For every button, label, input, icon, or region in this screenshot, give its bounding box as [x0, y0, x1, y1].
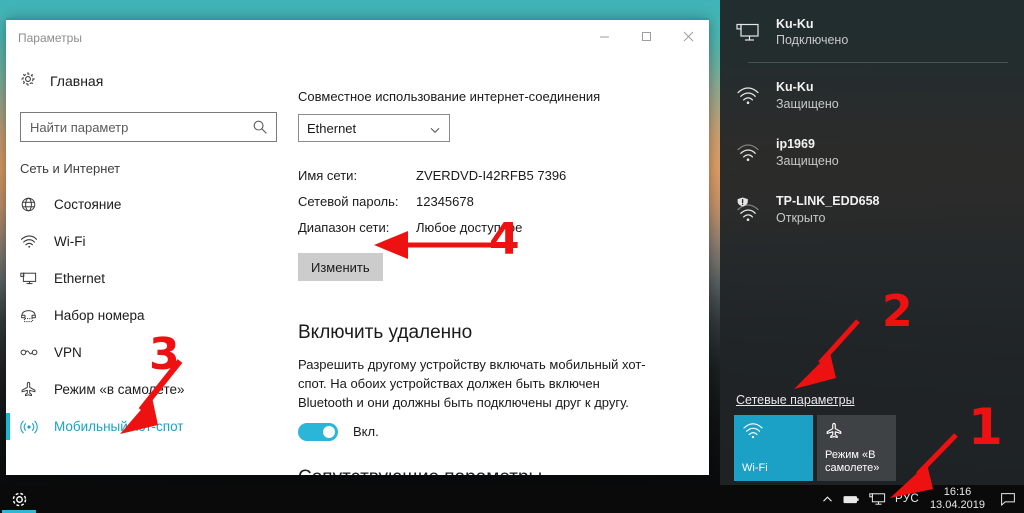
search-input[interactable]	[21, 119, 276, 135]
clock-date: 13.04.2019	[929, 499, 985, 511]
sidebar-item-ethernet[interactable]: Ethernet	[6, 260, 291, 297]
list-item[interactable]: ip1969 Защищено	[720, 124, 1024, 181]
search-box[interactable]	[20, 112, 277, 142]
hotspot-icon	[20, 419, 54, 435]
airplane-mode-quick-tile[interactable]: Режим «В самолете»	[817, 415, 896, 481]
wifi-icon	[742, 422, 764, 445]
sidebar-item-label: Wi-Fi	[54, 234, 86, 249]
network-name-value: ZVERDVD-I42RFB5 7396	[416, 168, 567, 183]
sidebar-item-label: Мобильный хот-спот	[54, 419, 184, 434]
wifi-icon	[736, 86, 776, 106]
list-item[interactable]: TP-LINK_EDD658 Открыто	[720, 181, 1024, 238]
internet-sharing-label: Совместное использование интернет-соедин…	[298, 89, 601, 104]
table-row: Имя сети: ZVERDVD-I42RFB5 7396	[298, 168, 709, 183]
close-icon[interactable]	[667, 20, 709, 52]
internet-sharing-value: Ethernet	[307, 120, 357, 136]
sidebar-item-status[interactable]: Состояние	[6, 186, 291, 223]
wifi-warning-icon	[736, 196, 776, 223]
network-settings-link[interactable]: Сетевые параметры	[736, 393, 855, 407]
network-status: Открыто	[776, 210, 826, 225]
network-password-label: Сетевой пароль:	[298, 194, 399, 209]
wifi-quick-tile[interactable]: Wi-Fi	[734, 415, 813, 481]
connected-network-status: Подключено	[776, 33, 849, 47]
sidebar-nav: Состояние Wi-Fi Ethernet Набор номера VP…	[6, 186, 291, 445]
list-item[interactable]: Ku-Ku Защищено	[720, 67, 1024, 124]
network-name: TP-LINK_EDD658	[776, 194, 880, 209]
remote-activation-heading: Включить удаленно	[298, 322, 473, 343]
related-settings-heading: Сопутствующие параметры	[298, 467, 709, 475]
remote-activation-description: Разрешить другому устройству включать мо…	[298, 357, 646, 410]
divider	[748, 62, 1008, 63]
network-password-value: 12345678	[416, 194, 474, 209]
sidebar-item-label: Состояние	[54, 197, 122, 212]
wifi-icon	[736, 143, 776, 163]
sidebar-item-vpn[interactable]: VPN	[6, 334, 291, 371]
sidebar-item-label: Режим «в самолете»	[54, 382, 185, 397]
search-icon[interactable]	[252, 119, 268, 135]
network-name: Ku-Ku	[776, 80, 814, 95]
sidebar-item-label: Набор номера	[54, 308, 145, 323]
sidebar-item-wifi[interactable]: Wi-Fi	[6, 223, 291, 260]
dialup-icon	[20, 308, 54, 323]
network-band-value: Любое доступное	[416, 220, 523, 235]
remote-activation-toggle-row: Вкл.	[298, 422, 709, 441]
window-controls	[583, 20, 709, 52]
table-row: Сетевой пароль: 12345678	[298, 194, 709, 209]
window-title-bar[interactable]: Параметры	[6, 20, 709, 56]
sidebar-item-dialup[interactable]: Набор номера	[6, 297, 291, 334]
notification-icon[interactable]	[1000, 492, 1016, 507]
ethernet-icon	[736, 22, 776, 43]
system-tray: РУС 16:16 13.04.2019	[821, 486, 1024, 511]
clock[interactable]: 16:16 13.04.2019	[928, 486, 991, 511]
sidebar-item-mobile-hotspot[interactable]: Мобильный хот-спот	[6, 408, 291, 445]
network-flyout: Ku-Ku Подключено Ku-Ku Защищено ip1969 З…	[720, 0, 1024, 485]
network-status: Защищено	[776, 153, 839, 168]
window-title: Параметры	[18, 31, 82, 45]
sidebar-item-home[interactable]: Главная	[6, 64, 291, 98]
network-band-label: Диапазон сети:	[298, 220, 390, 235]
window-body: Главная Сеть и Интернет	[6, 56, 709, 475]
network-status: Защищено	[776, 96, 839, 111]
remote-activation-toggle[interactable]	[298, 422, 338, 441]
maximize-icon[interactable]	[625, 20, 667, 52]
main-pane: Совместное использование интернет-соедин…	[291, 56, 709, 475]
clock-time: 16:16	[943, 486, 972, 499]
quick-action-tiles: Wi-Fi Режим «В самолете»	[734, 415, 896, 481]
globe-icon	[20, 196, 54, 213]
sidebar: Главная Сеть и Интернет	[6, 56, 291, 475]
sidebar-item-label: VPN	[54, 345, 82, 360]
internet-sharing-select[interactable]: Ethernet	[298, 114, 450, 142]
battery-icon[interactable]	[843, 493, 860, 506]
network-name-label: Имя сети:	[298, 168, 358, 183]
hotspot-info-table: Имя сети: ZVERDVD-I42RFB5 7396 Сетевой п…	[298, 168, 709, 235]
network-name: ip1969	[776, 137, 815, 152]
network-icon[interactable]	[869, 492, 886, 506]
ethernet-icon	[20, 271, 54, 286]
connected-network-name: Ku-Ku	[776, 16, 814, 31]
table-row: Диапазон сети: Любое доступное	[298, 220, 709, 235]
taskbar: РУС 16:16 13.04.2019	[0, 485, 1024, 513]
wifi-quick-tile-label: Wi-Fi	[742, 462, 768, 475]
sidebar-section-title: Сеть и Интернет	[20, 161, 121, 176]
available-networks-list: Ku-Ku Защищено ip1969 Защищено TP-LINK_E…	[720, 67, 1024, 238]
language-indicator[interactable]: РУС	[895, 493, 919, 505]
connected-network-item[interactable]: Ku-Ku Подключено	[720, 6, 1024, 58]
settings-window: Параметры Главная Найти параметр Сеть и …	[6, 18, 709, 475]
airplane-icon	[20, 381, 54, 398]
gear-icon	[20, 71, 50, 91]
airplane-mode-quick-tile-label: Режим «В самолете»	[825, 448, 880, 475]
start-button[interactable]	[4, 485, 34, 513]
chevron-down-icon	[429, 123, 441, 135]
minimize-icon[interactable]	[583, 20, 625, 52]
toggle-state-label: Вкл.	[353, 424, 379, 440]
airplane-icon	[825, 422, 843, 445]
sidebar-item-airplane-mode[interactable]: Режим «в самолете»	[6, 371, 291, 408]
vpn-icon	[20, 346, 54, 359]
toggle-knob	[323, 425, 335, 438]
wifi-icon	[20, 234, 54, 249]
chevron-up-icon[interactable]	[821, 493, 834, 506]
sidebar-item-label: Ethernet	[54, 271, 106, 286]
edit-button[interactable]: Изменить	[298, 253, 383, 281]
sidebar-home-label: Главная	[50, 73, 104, 89]
